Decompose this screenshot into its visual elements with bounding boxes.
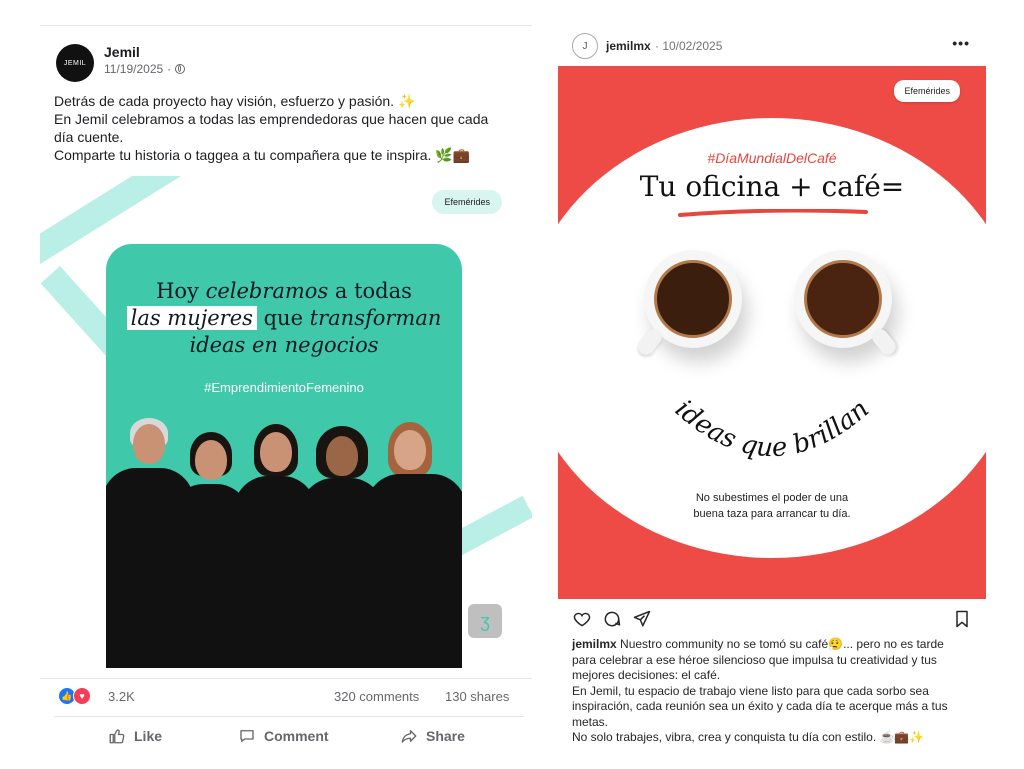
ig-action-bar	[572, 609, 972, 631]
caption-username[interactable]: jemilmx	[572, 637, 617, 651]
comment-button[interactable]: Comment	[238, 727, 329, 745]
post-text-line: En Jemil celebramos a todas las emprende…	[54, 111, 489, 127]
bookmark-icon[interactable]	[952, 609, 972, 629]
post-text-line: Detrás de cada proyecto hay visión, esfu…	[54, 93, 416, 109]
reactions-count[interactable]: 3.2K	[108, 689, 135, 704]
author-name[interactable]: Jemil	[104, 44, 140, 60]
post-actions: Like Comment Share	[54, 716, 524, 751]
post-image[interactable]: Efemérides Hoy celebramos a todas las mu…	[40, 176, 532, 668]
post-text-line: Comparte tu historia o taggea a tu compa…	[54, 147, 471, 163]
image-hashtag: #EmprendimientoFemenino	[204, 380, 364, 395]
ig-post-date: · 10/02/2025	[655, 39, 723, 53]
instagram-post: J jemilmx · 10/02/2025 ••• Efemérides #D…	[558, 25, 986, 768]
ig-image-hashtag: #DíaMundialDelCafé	[707, 150, 837, 166]
ig-post-image[interactable]: Efemérides #DíaMundialDelCafé Tu oficina…	[558, 66, 986, 599]
brand-logo-icon: ʒ	[468, 604, 502, 638]
ig-avatar[interactable]: J	[572, 33, 598, 59]
facebook-post: JEMIL Jemil 11/19/2025 · Detrás de cada …	[40, 25, 532, 769]
ig-efemerides-badge: Efemérides	[894, 80, 960, 102]
share-arrow-icon	[401, 730, 417, 743]
love-reaction-icon: ♥	[73, 687, 91, 705]
efemerides-badge: Efemérides	[432, 190, 502, 214]
smile-arc-text: ideas que brillan	[669, 394, 875, 463]
author-avatar[interactable]: JEMIL	[56, 44, 94, 82]
send-icon[interactable]	[632, 609, 652, 629]
post-date[interactable]: 11/19/2025	[104, 62, 163, 76]
heart-icon[interactable]	[572, 609, 592, 629]
post-text: Detrás de cada proyecto hay visión, esfu…	[54, 92, 524, 164]
thumbs-up-icon	[109, 729, 125, 744]
post-meta: 11/19/2025 ·	[104, 62, 186, 76]
ig-image-title: Tu oficina + café=	[639, 170, 905, 203]
share-button[interactable]: Share	[400, 727, 465, 745]
comment-bubble-icon[interactable]	[602, 609, 622, 629]
reactions[interactable]: 👍 ♥	[58, 687, 91, 705]
globe-icon	[175, 64, 186, 74]
ig-image-subtext: No subestimes el poder de una buena taza…	[693, 492, 851, 520]
comment-icon	[240, 730, 254, 742]
ig-caption: jemilmx Nuestro community no se tomó su …	[572, 637, 948, 744]
comments-count[interactable]: 320 comments	[334, 689, 419, 704]
svg-text:ideas que brillan: ideas que brillan	[669, 394, 875, 463]
more-options-icon[interactable]: •••	[952, 35, 970, 51]
underline-stroke	[678, 209, 868, 217]
like-button[interactable]: Like	[108, 727, 162, 745]
post-text-line: día cuente.	[54, 129, 124, 145]
women-group-photo	[106, 412, 462, 668]
image-headline: Hoy celebramos a todas las mujeres que t…	[106, 278, 462, 359]
ig-username[interactable]: jemilmx	[606, 39, 651, 53]
shares-count[interactable]: 130 shares	[445, 689, 509, 704]
engagement-stats: 👍 ♥ 3.2K 320 comments 130 shares	[40, 678, 532, 707]
image-card: Hoy celebramos a todas las mujeres que t…	[106, 244, 462, 668]
